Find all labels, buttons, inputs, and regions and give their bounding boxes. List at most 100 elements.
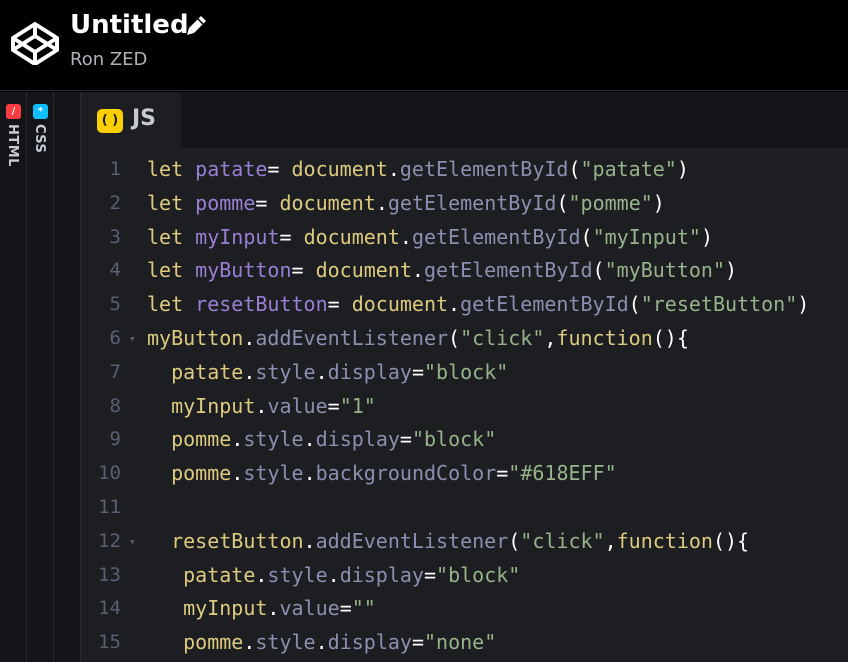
code-token: addEventListener <box>255 325 449 350</box>
js-badge-icon: ( ) <box>97 109 123 133</box>
code-token: ) <box>676 157 689 181</box>
code-token: patate <box>183 562 256 587</box>
code-line[interactable]: 13 patate.style.display="block" <box>81 559 848 593</box>
code-token: ( <box>508 528 521 553</box>
code-token: . <box>303 461 316 486</box>
code-token: addEventListener <box>315 528 509 553</box>
author-name[interactable]: Ron ZED <box>70 49 147 70</box>
code-token: . <box>231 461 244 486</box>
editor-tab-bar: ( ) JS <box>81 92 848 148</box>
code-line[interactable]: 15 pomme.style.display="none" <box>81 626 848 660</box>
js-tab[interactable]: ( ) JS <box>81 92 181 148</box>
code-token: = <box>339 596 352 621</box>
code-text: pomme.style.display="block" <box>147 423 496 457</box>
code-line[interactable]: 6 ▾ myButton.addEventListener("click",func… <box>81 322 848 356</box>
code-token: , <box>604 528 617 553</box>
code-token: = <box>327 393 340 418</box>
code-line[interactable]: 7 patate.style.display="block" <box>81 356 848 390</box>
code-token: ) <box>725 258 738 283</box>
code-text: pomme.style.display="none" <box>147 626 496 660</box>
code-line[interactable]: 2 let pomme= document.getElementById("pom… <box>81 187 848 221</box>
line-number: 13 <box>98 563 121 586</box>
line-number: 8 <box>109 394 121 417</box>
code-token: . <box>327 562 340 587</box>
code-token: "click" <box>460 325 545 350</box>
code-token: ( <box>580 224 593 249</box>
code-token: "#618EFF" <box>508 461 617 486</box>
code-token: myInput <box>195 224 280 249</box>
code-token: . <box>315 359 328 384</box>
code-token: pomme <box>171 427 232 452</box>
html-editor-collapsed-tab[interactable]: / HTML <box>0 92 27 662</box>
code-line[interactable]: 5 let resetButton= document.getElementByI… <box>81 288 848 322</box>
fold-arrow-icon[interactable]: ▾ <box>129 322 136 356</box>
code-token: . <box>255 562 268 587</box>
pencil-icon[interactable] <box>186 14 208 36</box>
code-line[interactable]: 11 <box>81 491 848 525</box>
css-editor-collapsed-tab[interactable]: * CSS <box>27 92 54 662</box>
code-token: ( <box>628 292 641 317</box>
code-token: = <box>279 224 304 249</box>
code-line[interactable]: 9 pomme.style.display="block" <box>81 423 848 457</box>
editor-resize-gutter[interactable] <box>54 92 81 662</box>
code-token: = <box>423 562 437 587</box>
code-token: ) <box>652 190 665 215</box>
code-token: let <box>147 190 196 215</box>
code-token: = <box>399 427 412 452</box>
code-token: let <box>147 224 196 249</box>
code-text: patate.style.display="block" <box>147 559 520 593</box>
code-text: let resetButton= document.getElementById… <box>147 288 809 322</box>
html-tab-label: HTML <box>5 124 20 167</box>
code-line[interactable]: 14 myInput.value="" <box>81 592 848 626</box>
code-token: = <box>411 630 424 655</box>
code-token: pomme <box>195 190 256 215</box>
code-token: document <box>279 190 376 215</box>
code-token: "none" <box>424 630 497 655</box>
code-text: myInput.value="1" <box>147 390 376 424</box>
code-area[interactable]: 1 let patate= document.getElementById("pa… <box>81 153 848 660</box>
code-token: document <box>303 224 400 249</box>
code-text: pomme.style.backgroundColor="#618EFF" <box>147 457 617 491</box>
code-token: . <box>387 157 400 181</box>
code-line[interactable]: 1 let patate= document.getElementById("pa… <box>81 153 848 187</box>
code-token: getElementById <box>399 157 569 181</box>
line-number: 3 <box>109 225 121 248</box>
code-line[interactable]: 10 pomme.style.backgroundColor="#618EFF" <box>81 457 848 491</box>
code-token: . <box>399 224 412 249</box>
code-token: ( <box>592 258 605 283</box>
code-token: "myInput" <box>592 224 701 249</box>
code-token: display <box>327 359 412 384</box>
pen-title[interactable]: Untitled <box>70 10 189 40</box>
code-token: . <box>315 630 328 655</box>
line-number: 4 <box>109 259 121 282</box>
code-line[interactable]: 8 myInput.value="1" <box>81 390 848 424</box>
line-number: 12 <box>98 529 121 552</box>
code-token: value <box>279 596 340 621</box>
fold-arrow-icon[interactable]: ▾ <box>129 525 136 559</box>
codepen-logo-icon[interactable] <box>10 21 60 65</box>
code-token: ( <box>448 325 461 350</box>
line-number: 7 <box>109 360 121 383</box>
js-editor[interactable]: ( ) JS 1 let patate= document.getElementB… <box>81 92 848 662</box>
code-token: "pomme" <box>568 190 653 215</box>
line-number: 10 <box>98 462 121 485</box>
code-token: (){ <box>712 528 750 553</box>
code-token: . <box>303 427 316 452</box>
code-line[interactable]: 4 let myButton= document.getElementById("… <box>81 254 848 288</box>
line-number: 9 <box>109 428 121 451</box>
code-token: "1" <box>339 393 376 418</box>
code-line[interactable]: 12 ▾ resetButton.addEventListener("click"… <box>81 525 848 559</box>
code-token: "patate" <box>580 157 677 181</box>
code-text: let myButton= document.getElementById("m… <box>147 254 737 288</box>
line-number: 1 <box>109 158 121 180</box>
code-token: document <box>351 292 449 317</box>
line-number: 6 <box>109 326 121 349</box>
code-token: getElementById <box>423 258 593 283</box>
code-token: "resetButton" <box>640 292 798 317</box>
code-line[interactable]: 3 let myInput= document.getElementById("m… <box>81 221 848 255</box>
line-number: 2 <box>109 191 121 214</box>
